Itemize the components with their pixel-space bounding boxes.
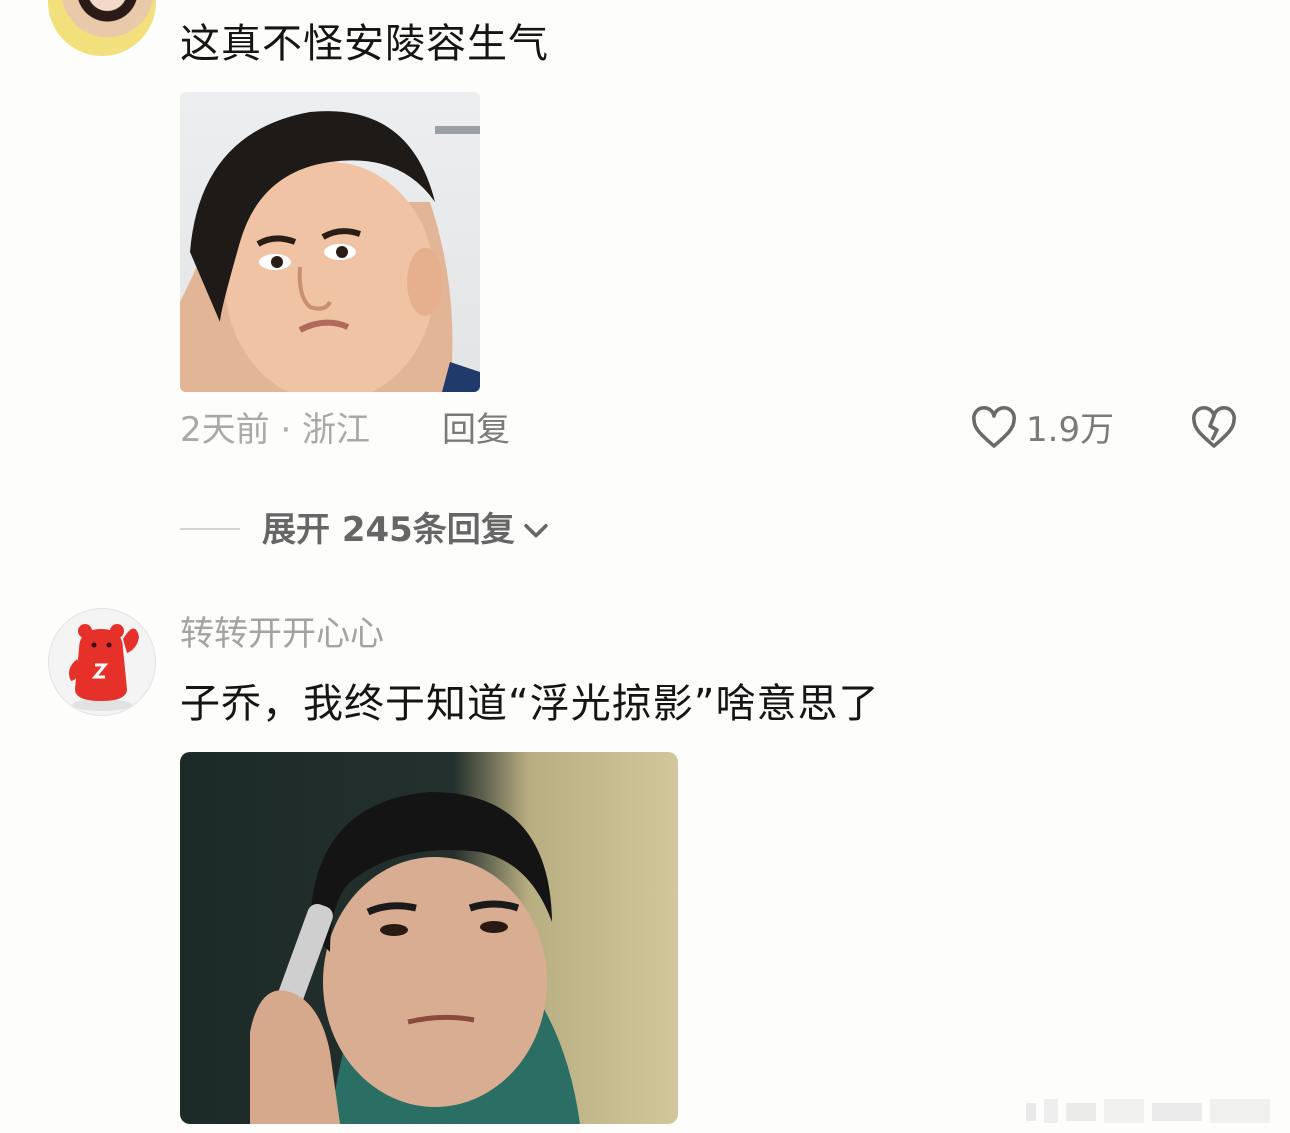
meme-face-illustration: [180, 111, 480, 392]
avatar[interactable]: [48, 608, 156, 716]
expand-replies-label: 展开 245条回复: [262, 510, 515, 550]
watermark-bars: [1026, 1099, 1270, 1123]
red-bear-avatar-illustration: [69, 624, 139, 711]
like-count: 1.9万: [1026, 410, 1115, 450]
avatar[interactable]: [48, 0, 156, 56]
broken-heart-icon: [1192, 406, 1236, 448]
comment-meta: 2天前 · 浙江: [180, 410, 371, 450]
watermark: [1026, 1097, 1276, 1125]
username[interactable]: 转转开开心心: [180, 614, 384, 654]
like-button[interactable]: [970, 404, 1020, 454]
comment-image[interactable]: [180, 92, 480, 392]
heart-outline-icon: [972, 406, 1016, 448]
chevron-down-icon: [524, 523, 548, 538]
meme-phone-call-illustration: [250, 792, 580, 1124]
comment-image[interactable]: [180, 752, 678, 1124]
comment-text: 这真不怪安陵容生气: [180, 21, 549, 67]
expand-replies-button[interactable]: 展开 245条回复: [262, 510, 553, 550]
expand-divider: [180, 528, 240, 530]
comment-text: 子乔，我终于知道“浮光掠影”啥意思了: [180, 681, 880, 727]
reply-button[interactable]: 回复: [442, 410, 510, 450]
dislike-button[interactable]: [1190, 404, 1240, 454]
